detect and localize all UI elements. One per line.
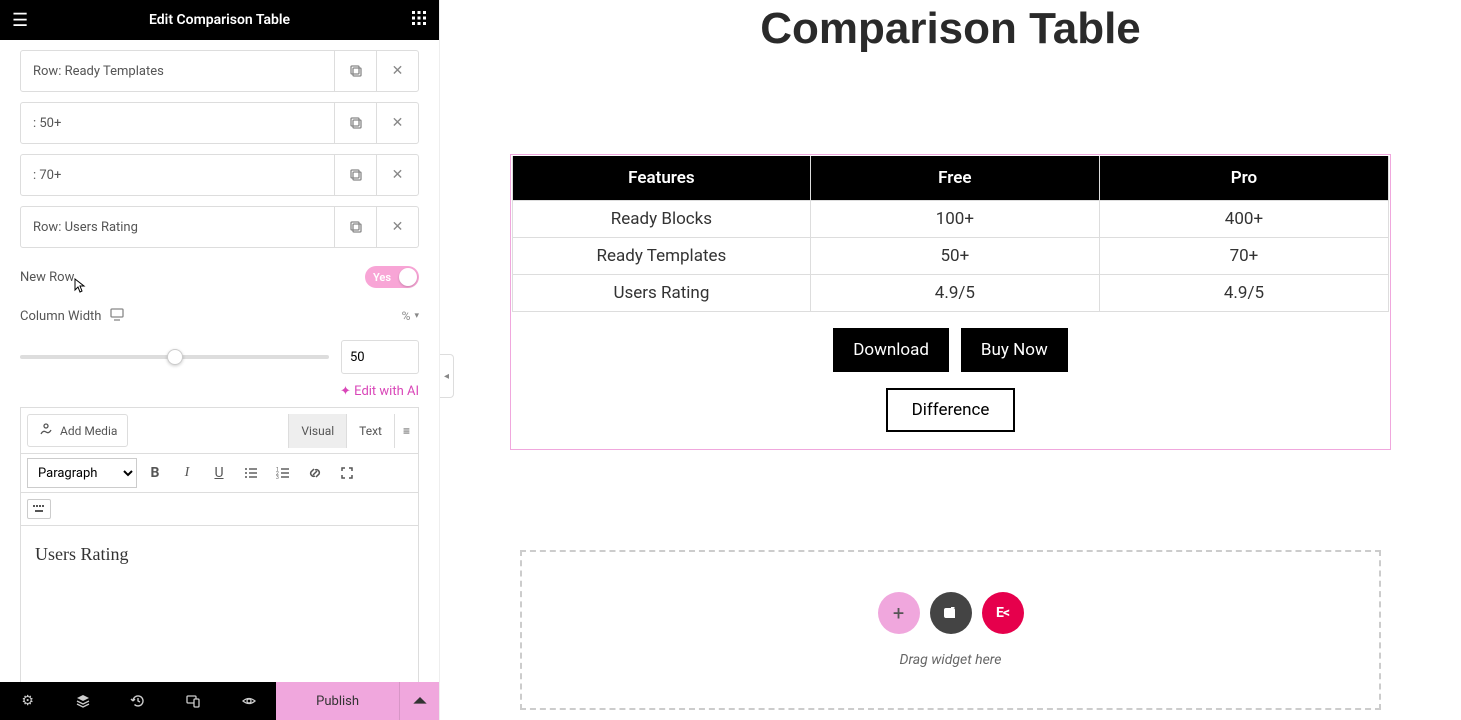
sidebar-title: Edit Comparison Table (28, 12, 411, 28)
template-library-button[interactable] (930, 592, 972, 634)
column-width-input[interactable] (341, 340, 419, 374)
table-header: Features (513, 156, 811, 201)
buy-now-button[interactable]: Buy Now (961, 328, 1068, 372)
responsive-desktop-icon[interactable] (109, 306, 125, 326)
table-cell: Ready Blocks (513, 201, 811, 238)
underline-button[interactable]: U (205, 459, 233, 487)
widget-dropzone[interactable]: + E< Drag widget here (520, 550, 1381, 710)
publish-label: Publish (276, 694, 399, 709)
table-cell: 70+ (1099, 238, 1388, 275)
media-icon (38, 421, 54, 440)
publish-button[interactable]: Publish (276, 682, 439, 720)
panel-body: Row: Ready Templates ✕ : 50+ ✕ : 70+ ✕ R… (0, 40, 439, 682)
publish-options-caret[interactable] (399, 682, 439, 720)
table-cell: 4.9/5 (1099, 275, 1388, 312)
duplicate-icon[interactable] (334, 103, 376, 143)
slider-thumb[interactable] (167, 349, 183, 365)
editor-settings-icon[interactable]: ≡ (394, 414, 418, 448)
download-button[interactable]: Download (833, 328, 949, 372)
table-cell: 50+ (810, 238, 1099, 275)
editor-tab-visual[interactable]: Visual (288, 414, 346, 448)
table-cell: Users Rating (513, 275, 811, 312)
collapse-panel-button[interactable]: ◂ (440, 354, 454, 398)
repeater-row[interactable]: : 70+ ✕ (20, 154, 419, 196)
dropzone-label: Drag widget here (900, 652, 1002, 668)
duplicate-icon[interactable] (334, 207, 376, 247)
duplicate-icon[interactable] (334, 51, 376, 91)
keyboard-icon[interactable] (27, 499, 51, 519)
field-new-row: New Row Yes (20, 266, 419, 288)
table-cell: 4.9/5 (810, 275, 1099, 312)
apps-grid-icon[interactable] (411, 10, 427, 30)
repeater-row[interactable]: Row: Ready Templates ✕ (20, 50, 419, 92)
add-media-button[interactable]: Add Media (27, 414, 128, 447)
table-cell: 400+ (1099, 201, 1388, 238)
table-header: Free (810, 156, 1099, 201)
navigator-icon[interactable] (55, 682, 110, 720)
editor-textarea[interactable]: Users Rating (20, 525, 419, 682)
svg-text:3: 3 (276, 475, 279, 481)
table-cell: Ready Templates (513, 238, 811, 275)
bold-button[interactable]: B (141, 459, 169, 487)
table-buttons-row: Download Buy Now (512, 328, 1389, 372)
history-icon[interactable] (110, 682, 165, 720)
new-row-toggle[interactable]: Yes (365, 266, 419, 288)
fullscreen-button[interactable] (333, 459, 361, 487)
italic-button[interactable]: I (173, 459, 201, 487)
unit-select[interactable]: % ▾ (402, 309, 419, 323)
settings-icon[interactable]: ⚙ (0, 682, 55, 720)
table-cell: 100+ (810, 201, 1099, 238)
bullet-list-button[interactable] (237, 459, 265, 487)
edit-with-ai-link[interactable]: ✦ Edit with AI (20, 384, 419, 399)
repeater-row-label: Row: Ready Templates (21, 51, 334, 91)
hamburger-icon[interactable]: ☰ (12, 10, 28, 31)
comparison-table-widget[interactable]: Features Free Pro Ready Blocks 100+ 400+… (510, 154, 1391, 450)
comparison-table: Features Free Pro Ready Blocks 100+ 400+… (512, 156, 1389, 312)
table-row: Ready Blocks 100+ 400+ (513, 201, 1389, 238)
elementskit-button[interactable]: E< (982, 592, 1024, 634)
preview-icon[interactable] (221, 682, 276, 720)
repeater-row-label: : 50+ (21, 103, 334, 143)
add-media-label: Add Media (60, 424, 117, 438)
format-select[interactable]: Paragraph (27, 458, 137, 488)
sidebar-topbar: ☰ Edit Comparison Table (0, 0, 439, 40)
table-row: Users Rating 4.9/5 4.9/5 (513, 275, 1389, 312)
table-buttons-row2: Difference (512, 388, 1389, 432)
preview-area: ◂ Comparison Table Features Free Pro Rea… (440, 0, 1461, 720)
duplicate-icon[interactable] (334, 155, 376, 195)
editor-tab-text[interactable]: Text (346, 414, 394, 448)
repeater-row-label: : 70+ (21, 155, 334, 195)
remove-icon[interactable]: ✕ (376, 51, 418, 91)
chevron-down-icon: ▾ (414, 311, 419, 321)
link-button[interactable] (301, 459, 329, 487)
difference-button[interactable]: Difference (886, 388, 1016, 432)
column-width-slider[interactable] (20, 355, 329, 359)
add-widget-button[interactable]: + (878, 592, 920, 634)
remove-icon[interactable]: ✕ (376, 155, 418, 195)
unit-label: % (402, 309, 411, 323)
table-row: Ready Templates 50+ 70+ (513, 238, 1389, 275)
repeater-row[interactable]: Row: Users Rating ✕ (20, 206, 419, 248)
toggle-knob (399, 268, 417, 286)
remove-icon[interactable]: ✕ (376, 103, 418, 143)
repeater-row[interactable]: : 50+ ✕ (20, 102, 419, 144)
sparkle-icon: ✦ (340, 384, 351, 399)
field-label: Column Width (20, 309, 101, 324)
field-column-width: Column Width % ▾ (20, 306, 419, 326)
numbered-list-button[interactable]: 123 (269, 459, 297, 487)
remove-icon[interactable]: ✕ (376, 207, 418, 247)
page-title: Comparison Table (500, 4, 1401, 54)
toggle-label: Yes (373, 271, 391, 284)
field-label: New Row (20, 270, 365, 285)
sidebar-bottombar: ⚙ Publish (0, 682, 439, 720)
table-header: Pro (1099, 156, 1388, 201)
edit-ai-label: Edit with AI (354, 384, 419, 399)
responsive-icon[interactable] (166, 682, 221, 720)
sidebar: ☰ Edit Comparison Table Row: Ready Templ… (0, 0, 440, 720)
column-width-slider-row (20, 340, 419, 374)
repeater-row-label: Row: Users Rating (21, 207, 334, 247)
wysiwyg-editor: Add Media Visual Text ≡ Paragraph B I U … (20, 407, 419, 682)
